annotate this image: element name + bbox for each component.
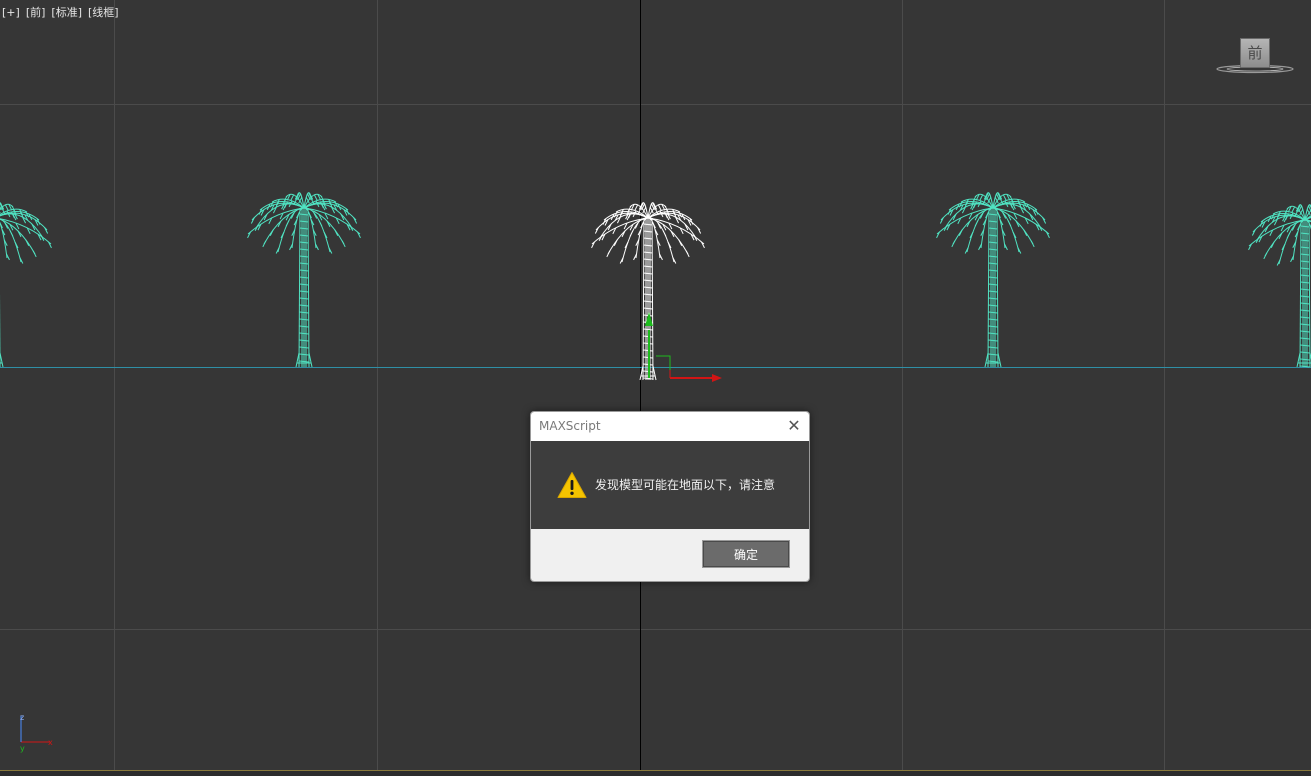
transform-gizmo [645,312,722,382]
palm-tree-edge-left [0,202,52,368]
timeline-strip [0,770,1311,776]
axis-x-label: x [48,738,53,747]
viewport-grid [0,0,1311,770]
dialog-titlebar[interactable]: MAXScript ✕ [531,412,809,441]
warning-icon [557,472,587,498]
viewport-menu-general[interactable]: [+] [2,6,20,19]
viewport-scene: z x y [0,0,1311,770]
close-icon[interactable]: ✕ [779,412,809,441]
palm-tree-edge-right [1248,204,1311,368]
maxscript-dialog: MAXScript ✕ 发现模型可能在地面以下，请注意 确定 [530,411,810,582]
viewport-menu-wireframe[interactable]: [线框] [88,6,119,19]
palm-tree-left [247,192,361,368]
viewcube[interactable]: 前 [1214,36,1294,76]
axis-tripod-icon: z x y [20,713,53,753]
front-viewport[interactable]: z x y [+] [前] [标准] [线框] 前 [0,0,1311,770]
axis-y-label: y [20,744,25,753]
viewport-label-menu[interactable]: [+] [前] [标准] [线框] [2,4,125,20]
viewport-menu-view[interactable]: [前] [26,6,46,19]
palm-tree-right [936,192,1050,368]
viewport-menu-standard[interactable]: [标准] [51,6,82,19]
viewcube-front-face[interactable]: 前 [1240,38,1270,68]
dialog-title: MAXScript [539,419,601,433]
dialog-message: 发现模型可能在地面以下，请注意 [595,478,776,492]
ok-button[interactable]: 确定 [702,540,790,568]
axis-z-label: z [20,713,24,722]
dialog-body: 发现模型可能在地面以下，请注意 [531,441,809,529]
dialog-footer: 确定 [531,529,809,581]
